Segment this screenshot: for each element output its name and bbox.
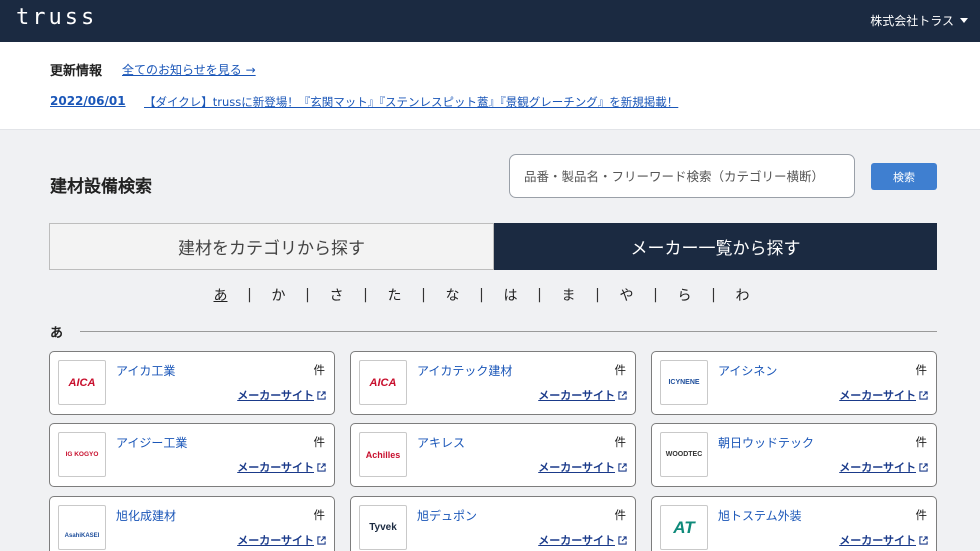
maker-site-label: メーカーサイト bbox=[237, 389, 314, 402]
product-count: 件 bbox=[313, 508, 326, 522]
truss-logo[interactable]: truss bbox=[16, 5, 97, 30]
maker-site-link[interactable]: メーカーサイト bbox=[538, 532, 627, 548]
kana-separator: | bbox=[479, 287, 484, 303]
kana-separator: | bbox=[421, 287, 426, 303]
maker-card[interactable]: IG KOGYO アイジー工業 件 メーカーサイト bbox=[49, 423, 335, 487]
kana-wa[interactable]: わ bbox=[727, 285, 758, 305]
external-link-icon bbox=[317, 535, 326, 545]
maker-name[interactable]: 旭化成建材 bbox=[116, 507, 176, 524]
maker-site-label: メーカーサイト bbox=[538, 461, 615, 474]
maker-site-label: メーカーサイト bbox=[538, 534, 615, 547]
maker-card[interactable]: AsahiKASEI 旭化成建材 件 メーカーサイト bbox=[49, 496, 335, 551]
kana-separator: | bbox=[711, 287, 716, 303]
kana-sa[interactable]: さ bbox=[321, 285, 352, 305]
news-headline-link[interactable]: 【ダイクレ】trussに新登場！『玄関マット』『ステンレスピット蓋』『景観グレー… bbox=[144, 94, 678, 110]
maker-card[interactable]: Tyvek 旭デュポン 件 メーカーサイト bbox=[350, 496, 636, 551]
kana-separator: | bbox=[595, 287, 600, 303]
kana-ya[interactable]: や bbox=[611, 285, 642, 305]
maker-name[interactable]: 朝日ウッドテック bbox=[718, 434, 814, 451]
maker-name[interactable]: アイカテック建材 bbox=[417, 362, 512, 379]
maker-card[interactable]: WOODTEC 朝日ウッドテック 件 メーカーサイト bbox=[651, 423, 937, 487]
news-title: 更新情報 bbox=[50, 64, 103, 79]
product-count: 件 bbox=[614, 363, 627, 377]
kana-ha[interactable]: は bbox=[495, 285, 526, 305]
maker-site-link[interactable]: メーカーサイト bbox=[538, 387, 627, 403]
external-link-icon bbox=[919, 390, 928, 400]
maker-site-label: メーカーサイト bbox=[237, 534, 314, 547]
maker-logo: AT bbox=[660, 505, 708, 550]
maker-name[interactable]: 旭デュポン bbox=[417, 507, 477, 524]
maker-name[interactable]: 旭トステム外装 bbox=[718, 507, 802, 524]
external-link-icon bbox=[618, 462, 627, 472]
kana-separator: | bbox=[537, 287, 542, 303]
maker-logo: ICYNENE bbox=[660, 360, 708, 405]
kana-ra[interactable]: ら bbox=[669, 285, 700, 305]
maker-site-link[interactable]: メーカーサイト bbox=[237, 459, 326, 475]
maker-site-label: メーカーサイト bbox=[839, 389, 916, 402]
tab-category[interactable]: 建材をカテゴリから探す bbox=[49, 223, 494, 270]
maker-logo: Achilles bbox=[359, 432, 407, 477]
kana-ka[interactable]: か bbox=[263, 285, 294, 305]
product-count: 件 bbox=[614, 435, 627, 449]
top-navbar: truss 株式会社トラス bbox=[0, 0, 980, 42]
kana-ma[interactable]: ま bbox=[553, 285, 584, 305]
news-date[interactable]: 2022/06/01 bbox=[50, 94, 126, 108]
kana-separator: | bbox=[363, 287, 368, 303]
maker-card[interactable]: AT 旭トステム外装 件 メーカーサイト bbox=[651, 496, 937, 551]
kana-separator: | bbox=[305, 287, 310, 303]
kana-separator: | bbox=[653, 287, 658, 303]
news-section: 更新情報 全てのお知らせを見る → 2022/06/01 【ダイクレ】truss… bbox=[0, 42, 980, 130]
product-count: 件 bbox=[614, 508, 627, 522]
search-input[interactable] bbox=[509, 154, 855, 198]
caret-down-icon[interactable] bbox=[960, 18, 968, 23]
maker-logo: IG KOGYO bbox=[58, 432, 106, 477]
maker-name[interactable]: アイカ工業 bbox=[116, 362, 175, 379]
maker-card[interactable]: AICA アイカテック建材 件 メーカーサイト bbox=[350, 351, 636, 415]
maker-site-link[interactable]: メーカーサイト bbox=[839, 459, 928, 475]
maker-site-label: メーカーサイト bbox=[538, 389, 615, 402]
product-count: 件 bbox=[915, 363, 928, 377]
external-link-icon bbox=[919, 462, 928, 472]
all-news-link[interactable]: 全てのお知らせを見る → bbox=[122, 61, 256, 78]
external-link-icon bbox=[618, 535, 627, 545]
group-heading: あ bbox=[50, 326, 64, 341]
maker-site-label: メーカーサイト bbox=[237, 461, 314, 474]
product-count: 件 bbox=[915, 435, 928, 449]
external-link-icon bbox=[618, 390, 627, 400]
search-button[interactable]: 検索 bbox=[871, 163, 937, 190]
company-menu[interactable]: 株式会社トラス bbox=[870, 12, 954, 29]
kana-separator: | bbox=[247, 287, 252, 303]
kana-ta[interactable]: た bbox=[379, 285, 410, 305]
maker-site-link[interactable]: メーカーサイト bbox=[839, 387, 928, 403]
maker-card[interactable]: ICYNENE アイシネン 件 メーカーサイト bbox=[651, 351, 937, 415]
kana-a[interactable]: あ bbox=[205, 285, 236, 305]
external-link-icon bbox=[919, 535, 928, 545]
maker-site-link[interactable]: メーカーサイト bbox=[237, 532, 326, 548]
maker-name[interactable]: アキレス bbox=[417, 434, 465, 451]
product-count: 件 bbox=[915, 508, 928, 522]
product-count: 件 bbox=[313, 435, 326, 449]
external-link-icon bbox=[317, 462, 326, 472]
maker-card[interactable]: AICA アイカ工業 件 メーカーサイト bbox=[49, 351, 335, 415]
maker-logo: AICA bbox=[58, 360, 106, 405]
page-title: 建材設備検索 bbox=[50, 177, 152, 197]
product-count: 件 bbox=[313, 363, 326, 377]
kana-index: あ | か | さ | た | な | は | ま | や | ら | わ bbox=[205, 285, 758, 305]
kana-na[interactable]: な bbox=[437, 285, 468, 305]
external-link-icon bbox=[317, 390, 326, 400]
maker-logo: AsahiKASEI bbox=[58, 505, 106, 550]
maker-site-label: メーカーサイト bbox=[839, 461, 916, 474]
maker-site-link[interactable]: メーカーサイト bbox=[237, 387, 326, 403]
maker-logo: AICA bbox=[359, 360, 407, 405]
maker-name[interactable]: アイシネン bbox=[718, 362, 777, 379]
group-divider bbox=[80, 331, 937, 332]
maker-name[interactable]: アイジー工業 bbox=[116, 434, 187, 451]
tab-maker-list[interactable]: メーカー一覧から探す bbox=[494, 223, 937, 270]
maker-logo: Tyvek bbox=[359, 505, 407, 550]
maker-site-label: メーカーサイト bbox=[839, 534, 916, 547]
maker-card[interactable]: Achilles アキレス 件 メーカーサイト bbox=[350, 423, 636, 487]
maker-site-link[interactable]: メーカーサイト bbox=[538, 459, 627, 475]
maker-site-link[interactable]: メーカーサイト bbox=[839, 532, 928, 548]
maker-logo: WOODTEC bbox=[660, 432, 708, 477]
